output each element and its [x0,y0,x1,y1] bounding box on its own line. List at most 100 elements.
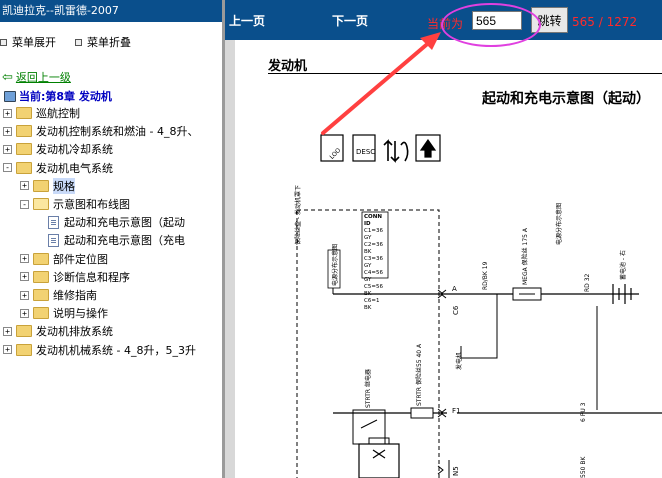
wire-550: 550 BK [580,456,587,478]
tree-item[interactable]: - 示意图和布线图 [20,195,130,213]
folder-icon [16,161,32,174]
left-panel: 凯迪拉克--凯雷德-2007 菜单展开 菜单折叠 ⇦ 返回上一级 当前:第8章 … [0,0,222,478]
strtr-fuse-label: STRTR 保险丝55 40 A [416,343,423,406]
menu-collapse-button[interactable]: 菜单折叠 [75,34,131,50]
tree-item-label: 起动和充电示意图（充电 [64,234,185,248]
tree-item[interactable]: + 发动机机械系统 - 4_8升，5_3升 [3,341,196,359]
collapse-toggle-icon[interactable]: - [3,163,12,173]
tree-item-label: 起动和充电示意图（起动 [64,216,185,230]
tree-item-label: 发动机电气系统 [36,161,113,175]
wiring-schematic: LOO DESC [296,134,662,478]
conn-id-row: C5=56 BK [364,284,383,297]
collapse-square-icon [75,38,82,46]
tree-item-label: 发动机冷却系统 [36,143,113,157]
tree-item[interactable]: 起动和充电示意图（起动 [37,213,185,231]
folder-icon [16,343,32,356]
back-link-label: 返回上一级 [15,71,71,84]
conn-id-row: C1=36 GY [364,228,383,241]
document-icon [48,233,59,247]
folder-icon [33,289,49,301]
tree-item-label: 发动机机械系统 - 4_8升，5_3升 [36,343,196,357]
tree-item[interactable]: + 发动机冷却系统 [3,140,113,158]
conn-id-row: C6=1 BK [364,298,380,311]
tree-item-label: 部件定位图 [53,252,108,266]
tree-item[interactable]: + 发动机排放系统 [3,322,113,340]
folder-icon [16,107,32,119]
annotation-ellipse [441,3,541,47]
folder-icon [33,270,49,283]
tree-item-label: 示意图和布线图 [53,198,130,211]
tree-item[interactable]: 起动和充电示意图（充电 [37,231,185,249]
tree-item-label: 说明与操作 [53,307,108,321]
tree-item[interactable]: + 规格 [20,177,75,195]
tree-item[interactable]: + 发动机控制系统和燃油 - 4_8升、 [3,122,198,140]
tree-item[interactable]: - 发动机电气系统 [3,159,113,177]
pin-a: A [452,285,457,293]
document-icon [48,215,59,229]
back-arrow-icon: ⇦ [2,69,13,85]
folder-icon [16,125,32,138]
document-viewer[interactable]: 发动机 起动和充电示意图（起动） LOO DESC 保险丝盒 - 发动机罩下 电… [225,40,662,478]
document-page: 发动机 起动和充电示意图（起动） LOO DESC 保险丝盒 - 发动机罩下 电… [235,40,662,478]
pin-f1: F1 [452,407,461,415]
menu-collapse-label: 菜单折叠 [87,36,131,49]
expand-toggle-icon[interactable]: + [20,254,29,264]
current-location-label: 当前:第8章 发动机 [19,90,112,103]
tree-item-label: 发动机排放系统 [36,325,113,339]
tree-item[interactable]: + 部件定位图 [20,250,108,268]
battery-label: 蓄电池 - 右 [620,250,627,280]
pin-c6: C6 [452,305,460,315]
conn-id-table: CONN ID C1=36 GY C2=36 BK C3=36 GY C4=56 GY… [364,214,388,312]
tree-item-label: 规格 [53,177,75,194]
label-power-dist: 电源分布示意图 [332,243,339,286]
next-page-button[interactable]: 下一页 [332,12,368,29]
current-location: 当前:第8章 发动机 [4,88,112,104]
label-power-dist-2: 电源分布示意图 [556,202,563,245]
app-title: 凯迪拉克--凯雷德-2007 [0,0,222,22]
expand-toggle-icon[interactable]: + [20,308,29,318]
tree-item-label: 维修指南 [53,289,97,302]
conn-id-row: C3=36 GY [364,256,383,269]
tree-item[interactable]: + 巡航控制 [3,104,80,122]
expand-toggle-icon[interactable]: + [3,326,12,336]
monitor-icon [4,90,16,102]
svg-text:DESC: DESC [356,148,375,156]
legend-icon-2: DESC [352,134,376,162]
tree-item-label: 诊断信息和程序 [53,270,130,284]
conn-id-row: C4=56 GY [364,270,383,283]
expand-toggle-icon[interactable]: + [20,181,29,191]
tree-item[interactable]: + 诊断信息和程序 [20,268,130,286]
expand-toggle-icon[interactable]: + [3,126,12,136]
label-fuse-box: 保险丝盒 - 发动机罩下 [295,185,302,245]
tree-item[interactable]: + 说明与操作 [20,304,108,322]
legend-icon-4 [415,134,441,162]
legend-icon-1: LOO [320,134,344,162]
conn-id-title: CONN ID [364,214,382,227]
expand-toggle-icon[interactable]: + [20,290,29,300]
back-link[interactable]: ⇦ 返回上一级 [2,69,71,85]
collapse-toggle-icon[interactable]: - [20,199,29,209]
tree-item-label: 发动机控制系统和燃油 - 4_8升、 [36,125,199,139]
legend-icon-3 [383,139,409,163]
strtr-fuse [410,407,434,419]
tree-item[interactable]: + 维修指南 [20,286,97,304]
menu-expand-label: 菜单展开 [12,36,56,49]
strtr-relay-label: STRTR 继电器 [365,369,372,408]
tree-item-label: 巡航控制 [36,107,80,120]
expand-square-icon [0,38,7,46]
wire-6pu: 6 PU 3 [580,402,587,422]
conn-id-row: C2=36 BK [364,242,383,255]
page-count: 565 / 1272 [572,15,638,29]
expand-toggle-icon[interactable]: + [20,272,29,282]
folder-icon [33,179,49,192]
folder-icon [16,143,32,156]
folder-icon [33,252,49,265]
expand-toggle-icon[interactable]: + [3,345,12,355]
folder-icon [16,325,32,338]
expand-toggle-icon[interactable]: + [3,108,12,118]
pin-n5: N5 [452,466,460,476]
prev-page-button[interactable]: 上一页 [229,12,265,29]
menu-expand-button[interactable]: 菜单展开 [0,34,56,50]
expand-toggle-icon[interactable]: + [3,144,12,154]
svg-text:LOO: LOO [328,147,342,161]
